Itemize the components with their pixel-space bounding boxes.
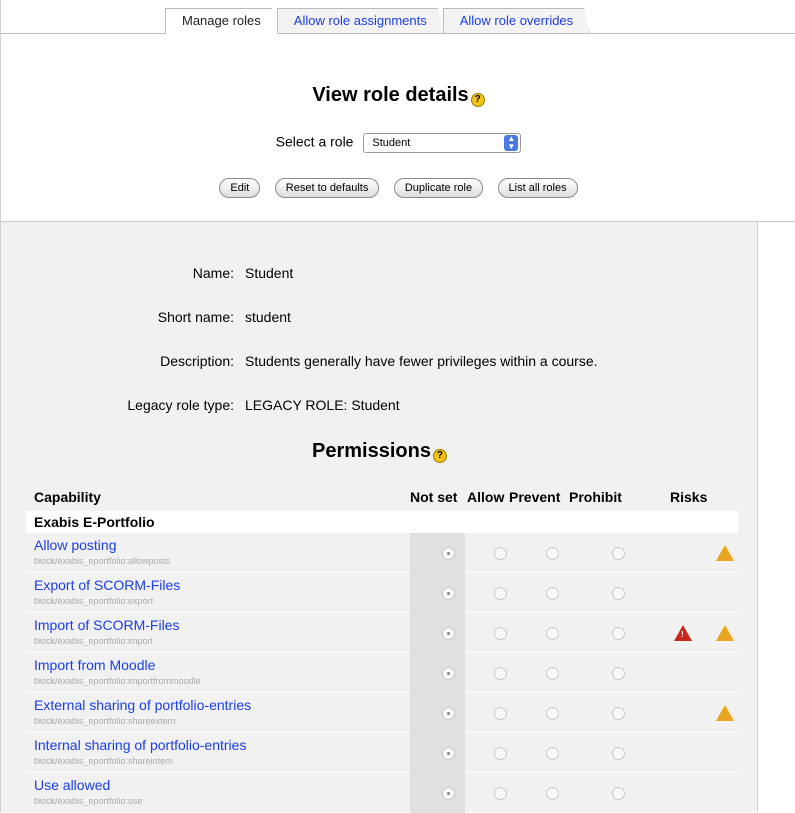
radio-prohibit[interactable] [612,627,625,640]
capability-path: block/exabis_eportfolio:shareextern [34,716,176,726]
radio-not-set[interactable] [442,667,455,680]
tab-allow-role-assignments[interactable]: Allow role assignments [277,8,444,34]
capability-link[interactable]: External sharing of portfolio-entries [34,697,251,713]
risk-spam-icon[interactable] [716,545,734,561]
radio-prevent[interactable] [546,707,559,720]
table-row: External sharing of portfolio-entries blo… [26,693,738,733]
risk-spam-icon[interactable] [716,625,734,641]
capability-group-header: Exabis E-Portfolio [26,511,738,533]
capability-path: block/exabis_eportfolio:allowposts [34,556,171,566]
col-prevent: Prevent [509,489,561,505]
action-buttons: Edit Reset to defaults Duplicate role Li… [1,178,795,198]
legacy-role-value: LEGACY ROLE: Student [245,397,400,413]
radio-prohibit[interactable] [612,667,625,680]
list-all-roles-button[interactable]: List all roles [497,178,578,198]
radio-prevent[interactable] [546,787,559,800]
page-title-wrap: View role details? [1,84,795,107]
description-value: Students generally have fewer privileges… [245,353,598,369]
radio-not-set[interactable] [442,787,455,800]
not-set-column-bg [410,653,465,693]
radio-prohibit[interactable] [612,787,625,800]
capability-link[interactable]: Use allowed [34,777,110,793]
description-label: Description: [160,353,234,369]
radio-prevent[interactable] [546,667,559,680]
permissions-rows: Allow posting block/exabis_eportfolio:all… [26,533,738,813]
radio-not-set[interactable] [442,707,455,720]
radio-prevent[interactable] [546,547,559,560]
radio-prohibit[interactable] [612,587,625,600]
name-label: Name: [192,265,234,281]
radio-prohibit[interactable] [612,707,625,720]
radio-not-set[interactable] [442,587,455,600]
reset-to-defaults-button[interactable]: Reset to defaults [274,178,380,198]
role-tabs: Manage roles Allow role assignments Allo… [165,8,589,34]
tab-manage-roles[interactable]: Manage roles [165,8,278,34]
radio-allow[interactable] [494,587,507,600]
table-row: Import of SCORM-Files block/exabis_eportf… [26,613,738,653]
select-arrows-icon: ▲ ▼ [504,135,519,151]
not-set-column-bg [410,533,465,573]
radio-not-set[interactable] [442,547,455,560]
col-allow: Allow [467,489,505,505]
not-set-column-bg [410,733,465,773]
radio-prevent[interactable] [546,587,559,600]
radio-prevent[interactable] [546,747,559,760]
capability-path: block/exabis_eportfolio:use [34,796,143,806]
edit-button[interactable]: Edit [219,178,261,198]
name-value: Student [245,265,294,281]
permissions-title: Permissions [312,440,431,462]
col-risks: Risks [670,489,708,505]
col-not-set: Not set [410,489,458,505]
col-prohibit: Prohibit [569,489,622,505]
tab-allow-role-overrides[interactable]: Allow role overrides [443,8,590,34]
table-row: Import from Moodle block/exabis_eportfoli… [26,653,738,693]
role-select-value: Student [372,137,411,149]
role-select[interactable]: Student ▲ ▼ [363,133,522,153]
page-title: View role details [312,84,469,106]
radio-not-set[interactable] [442,747,455,760]
table-row: Use allowed block/exabis_eportfolio:use [26,773,738,813]
role-select-label: Select a role [275,133,354,150]
short-name-label: Short name: [157,309,234,325]
capability-link[interactable]: Allow posting [34,537,117,553]
permissions-help-icon[interactable]: ? [432,449,447,463]
tab-divider [1,33,795,34]
radio-allow[interactable] [494,787,507,800]
capability-path: block/exabis_eportfolio:export [34,596,154,606]
permissions-title-wrap: Permissions? [1,440,758,463]
risk-danger-icon[interactable]: ! [674,625,692,641]
capability-link[interactable]: Internal sharing of portfolio-entries [34,737,246,753]
duplicate-role-button[interactable]: Duplicate role [393,178,484,198]
col-capability: Capability [34,489,101,505]
permissions-table-header: Capability Not set Allow Prevent Prohibi… [34,489,754,509]
capability-path: block/exabis_eportfolio:shareintern [34,756,174,766]
table-row: Internal sharing of portfolio-entries blo… [26,733,738,773]
not-set-column-bg [410,693,465,733]
risk-spam-icon[interactable] [716,705,734,721]
radio-allow[interactable] [494,707,507,720]
short-name-value: student [245,309,291,325]
radio-allow[interactable] [494,627,507,640]
radio-allow[interactable] [494,547,507,560]
capability-link[interactable]: Export of SCORM-Files [34,577,180,593]
legacy-role-label: Legacy role type: [127,397,234,413]
page-frame: Manage roles Allow role assignments Allo… [0,0,795,813]
radio-prohibit[interactable] [612,547,625,560]
capability-path: block/exabis_eportfolio:import [34,636,154,646]
table-row: Export of SCORM-Files block/exabis_eportf… [26,573,738,613]
table-row: Allow posting block/exabis_eportfolio:all… [26,533,738,573]
radio-allow[interactable] [494,747,507,760]
capability-link[interactable]: Import of SCORM-Files [34,617,179,633]
not-set-column-bg [410,573,465,613]
radio-prohibit[interactable] [612,747,625,760]
role-select-row: Select a role Student ▲ ▼ [1,133,795,153]
radio-not-set[interactable] [442,627,455,640]
not-set-column-bg [410,613,465,653]
radio-allow[interactable] [494,667,507,680]
capability-path: block/exabis_eportfolio:importfrommoodle [34,676,201,686]
not-set-column-bg [410,773,465,813]
capability-link[interactable]: Import from Moodle [34,657,155,673]
radio-prevent[interactable] [546,627,559,640]
help-icon[interactable]: ? [470,93,485,107]
